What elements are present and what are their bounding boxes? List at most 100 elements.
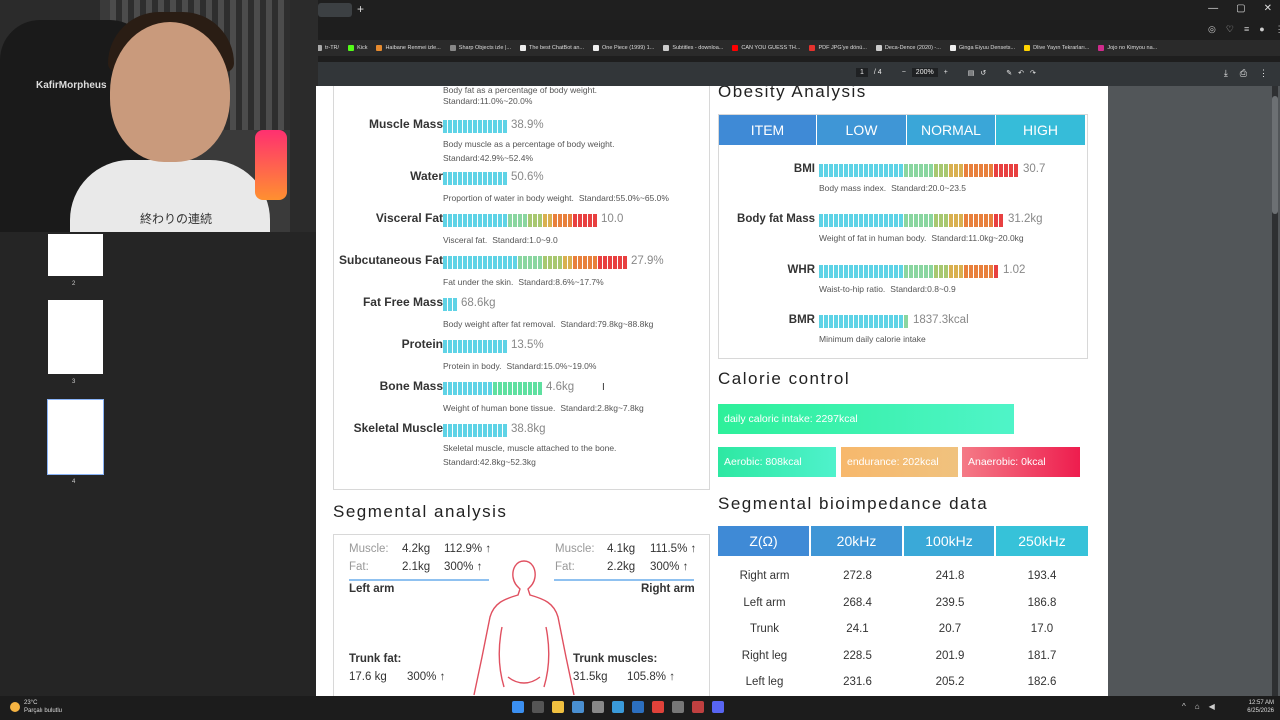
favorite-icon[interactable]: ♡	[1226, 24, 1234, 35]
composition-value: 4.6kg	[546, 381, 575, 393]
obesity-std: Standard:0.8~0.9	[890, 284, 956, 294]
obesity-title: Obesity Analysis	[718, 86, 867, 101]
page-thumbnail[interactable]	[48, 300, 103, 374]
composition-std: Standard:42.9%~52.4%	[443, 153, 534, 163]
bio-cell: 241.8	[935, 570, 965, 582]
right-muscle-pct: 111.5% ↑	[650, 543, 697, 555]
bookmark-item[interactable]: Jojo no Kimyou na...	[1098, 45, 1157, 51]
settings-icon[interactable]	[592, 701, 604, 713]
composition-label: Skeletal Muscle	[353, 421, 443, 435]
extension-icon[interactable]: ◎	[1208, 24, 1216, 35]
obesity-value: 31.2kg	[1008, 213, 1043, 225]
undo-icon[interactable]: ↶	[1018, 69, 1024, 77]
maximize-icon[interactable]: ▢	[1236, 3, 1245, 14]
mail-icon[interactable]	[612, 701, 624, 713]
obesity-table: ITEM LOW NORMAL HIGH BMI 30.7 Body mass in…	[718, 114, 1088, 359]
menu-icon[interactable]: ≡	[1244, 24, 1249, 35]
left-muscle-label: Muscle:	[349, 543, 389, 555]
fit-page-icon[interactable]: ▤	[968, 69, 975, 77]
discord-icon[interactable]	[712, 701, 724, 713]
app-icon[interactable]	[692, 701, 704, 713]
bio-cell: 205.2	[935, 676, 965, 688]
obesity-desc-text: Weight of fat in human body.	[819, 233, 927, 243]
bookmark-item[interactable]: The best ChatBot an...	[519, 45, 585, 51]
zoom-out-button[interactable]: −	[902, 69, 906, 76]
obesity-bar	[819, 164, 1019, 177]
tray-arrow-icon[interactable]: ^	[1182, 702, 1186, 711]
bookmark-item[interactable]: Subtitles - downloa...	[663, 45, 723, 51]
volume-icon[interactable]: ◀	[1209, 702, 1215, 711]
zoom-in-button[interactable]: +	[944, 69, 948, 76]
more-options-icon[interactable]: ⋮	[1259, 68, 1268, 79]
new-tab-button[interactable]: +	[357, 2, 364, 16]
bookmark-label: The best ChatBot an...	[528, 45, 585, 51]
store-icon[interactable]	[632, 701, 644, 713]
terminal-icon[interactable]	[672, 701, 684, 713]
trunk-muscle-label: Trunk muscles:	[573, 653, 658, 665]
start-icon[interactable]	[512, 701, 524, 713]
composition-std: Standard:8.6%~17.7%	[518, 277, 604, 287]
bookmark-item[interactable]: Dlive Yayın Tekrarları...	[1024, 45, 1089, 51]
weather-widget[interactable]: 23°C Parçalı bulutlu	[10, 699, 62, 715]
bookmark-label: Ginga Eiyuu Densets...	[958, 45, 1016, 51]
steam-icon[interactable]	[572, 701, 584, 713]
page-thumbnail[interactable]	[47, 399, 104, 475]
zoom-level[interactable]: 200%	[911, 68, 938, 77]
page-thumbnail-number: 4	[72, 479, 76, 485]
file-explorer-icon[interactable]	[552, 701, 564, 713]
rotate-icon[interactable]: ↺	[980, 69, 986, 77]
obesity-desc-text: Minimum daily calorie intake	[819, 334, 926, 344]
composition-desc: Protein in body. Standard:15.0%~19.0%	[443, 359, 693, 373]
bookmark-icon	[663, 45, 670, 51]
composition-row: Skeletal Muscle 38.8kg Skeletal muscle, mu…	[334, 421, 711, 467]
calorie-title: Calorie control	[718, 369, 851, 388]
right-fat-value: 2.2kg	[607, 561, 636, 573]
minimize-icon[interactable]: —	[1208, 3, 1218, 14]
more-icon[interactable]: ⋮	[1275, 24, 1280, 35]
task-view-icon[interactable]	[532, 701, 544, 713]
composition-desc-text: Visceral fat.	[443, 235, 488, 245]
bio-cell: 231.6	[843, 676, 872, 688]
page-number-input[interactable]: 1	[856, 68, 868, 77]
bookmark-item[interactable]: Kick	[348, 45, 367, 51]
profile-icon[interactable]: ●	[1259, 24, 1264, 35]
obesity-bar	[819, 214, 1004, 227]
thumbnail-sidebar: 2 3 4	[0, 232, 316, 696]
composition-desc: Weight of human bone tissue. Standard:2.8…	[443, 401, 693, 415]
network-icon[interactable]: ⌂	[1195, 702, 1200, 711]
bookmark-icon	[519, 45, 526, 51]
redo-icon[interactable]: ↷	[1030, 69, 1036, 77]
bookmark-item[interactable]: Sharp Objects izle |...	[449, 45, 511, 51]
bookmark-item[interactable]: One Piece (1999) 1...	[593, 45, 654, 51]
print-icon[interactable]: ⎙	[1240, 68, 1247, 79]
bookmark-icon	[593, 45, 600, 51]
weather-icon	[10, 702, 20, 712]
bio-header-20khz: 20kHz	[811, 526, 904, 556]
person-face	[110, 22, 230, 162]
composition-value: 38.8kg	[511, 423, 546, 435]
bookmark-item[interactable]: Haibane Renmei izle...	[376, 45, 441, 51]
composition-desc: Fat under the skin. Standard:8.6%~17.7%	[443, 275, 693, 289]
obesity-header-item: ITEM	[719, 115, 817, 145]
browser-tab[interactable]	[318, 3, 352, 17]
download-icon[interactable]: ⤓	[1224, 68, 1228, 79]
composition-row: Subcutaneous Fat 27.9% Fat under the skin.…	[334, 253, 711, 295]
close-icon[interactable]: ✕	[1264, 3, 1272, 14]
bookmark-item[interactable]: tr-TR/	[316, 45, 339, 51]
opera-icon[interactable]	[652, 701, 664, 713]
page-thumbnail[interactable]	[48, 234, 103, 276]
bookmark-icon	[376, 45, 383, 51]
obesity-header-high: HIGH	[996, 115, 1086, 145]
bio-cell: 201.9	[935, 649, 965, 662]
bookmark-item[interactable]: CAN YOU GUESS TH...	[732, 45, 800, 51]
bookmark-item[interactable]: Deca-Dence (2020) -...	[875, 45, 941, 51]
bookmark-item[interactable]: PDF JPG'ye dönü...	[809, 45, 867, 51]
clock[interactable]: 12:57 AM 6/25/2026	[1247, 699, 1274, 715]
scrollbar-thumb[interactable]	[1272, 96, 1278, 214]
obesity-bar	[819, 315, 909, 328]
pdf-viewer[interactable]: Body fat as a percentage of body weight.…	[316, 86, 1280, 696]
draw-icon[interactable]: ✎	[1006, 69, 1012, 77]
bookmark-item[interactable]: Ginga Eiyuu Densets...	[949, 45, 1016, 51]
bio-header: Z(Ω) 20kHz 100kHz 250kHz	[718, 526, 1088, 556]
scrollbar[interactable]	[1272, 86, 1278, 696]
